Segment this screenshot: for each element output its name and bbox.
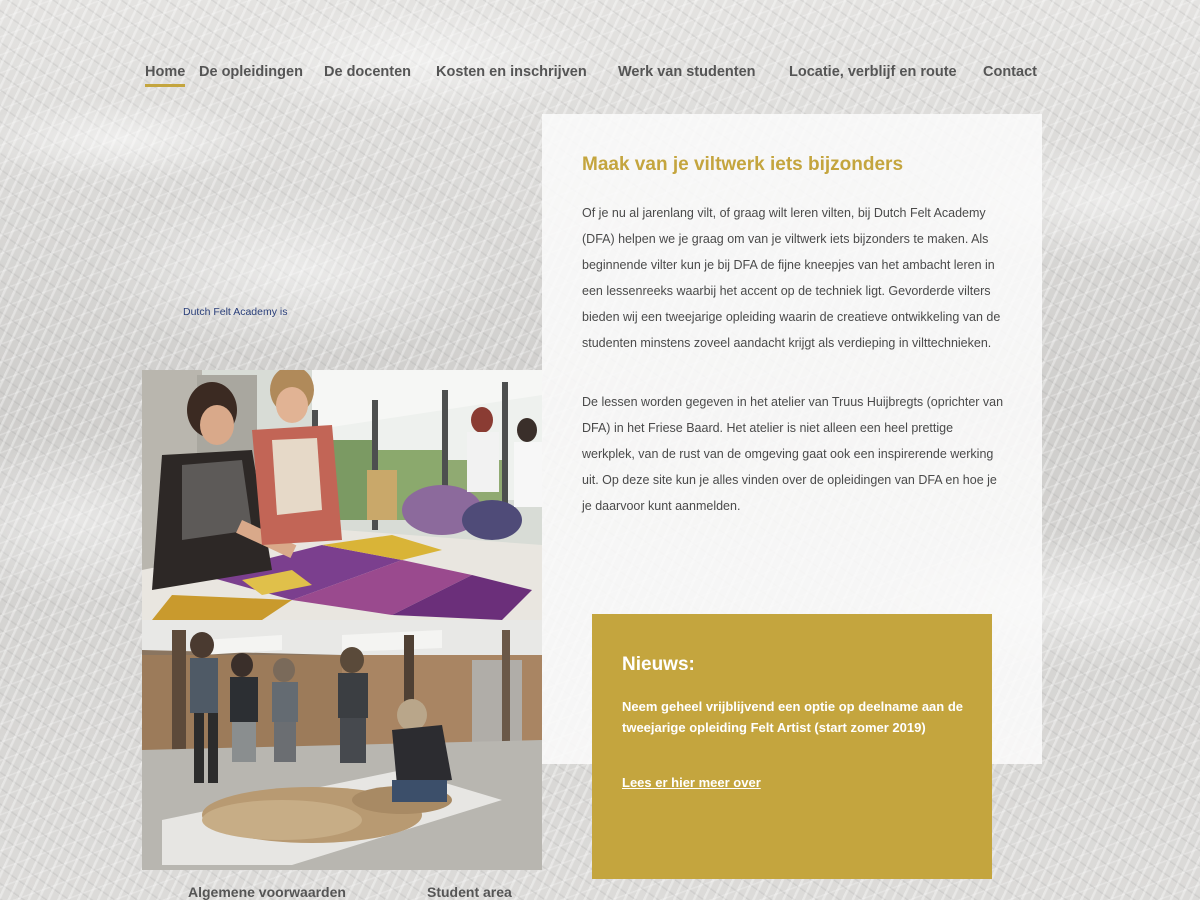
intro-text: Dutch Felt Academy is: [183, 306, 288, 318]
footer-link-algemene-voorwaarden[interactable]: Algemene voorwaarden: [188, 884, 346, 900]
nav-item-locatie-verblijf-en-route[interactable]: Locatie, verblijf en route: [789, 64, 957, 84]
content-paragraph: Of je nu al jarenlang vilt, of graag wil…: [582, 206, 1001, 350]
nav-item-kosten-en-inschrijven[interactable]: Kosten en inschrijven: [436, 64, 587, 84]
workshop-photo-table: [142, 370, 542, 620]
news-text: Neem geheel vrijblijvend een optie op de…: [622, 699, 963, 735]
workshop-photo-atelier: [142, 620, 542, 870]
content-paragraph: De lessen worden gegeven in het atelier …: [582, 395, 1004, 513]
content-title: Maak van je viltwerk iets bijzonders: [582, 154, 904, 175]
content-body: Of je nu al jarenlang vilt, of graag wil…: [582, 200, 1007, 552]
main-navigation: Home De opleidingen De docenten Kosten e…: [145, 64, 1045, 90]
news-box: Nieuws: Neem geheel vrijblijvend een opt…: [592, 614, 992, 879]
nav-item-werk-van-studenten[interactable]: Werk van studenten: [618, 64, 756, 84]
nav-item-de-opleidingen[interactable]: De opleidingen: [199, 64, 303, 84]
nav-item-home[interactable]: Home: [145, 64, 186, 87]
nav-item-contact[interactable]: Contact: [983, 64, 1037, 84]
news-title: Nieuws:: [622, 654, 695, 675]
nav-item-de-docenten[interactable]: De docenten: [324, 64, 411, 84]
news-read-more-link[interactable]: Lees er hier meer over: [622, 775, 761, 790]
footer-link-student-area[interactable]: Student area: [427, 884, 512, 900]
